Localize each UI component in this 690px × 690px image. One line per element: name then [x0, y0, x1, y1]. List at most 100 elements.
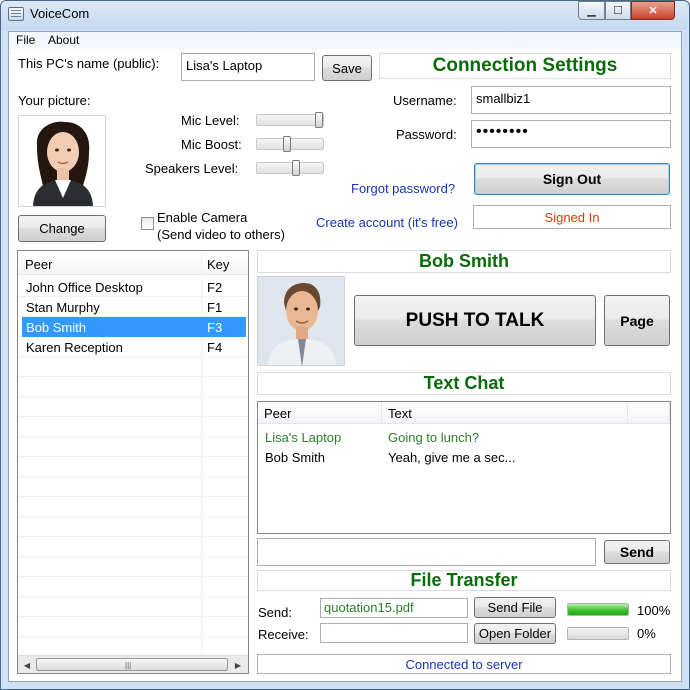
scroll-grip-icon: |||	[125, 661, 132, 670]
peer-grid-line	[18, 416, 248, 417]
chat-message-peer: Lisa's Laptop	[265, 430, 342, 445]
send-percent: 100%	[637, 603, 671, 618]
peer-grid-line	[18, 496, 248, 497]
username-input[interactable]: smallbiz1	[471, 86, 671, 114]
maximize-button[interactable]: ☐	[605, 1, 631, 20]
receive-file-label: Receive:	[258, 627, 309, 642]
receive-file-input[interactable]	[320, 623, 468, 643]
app-icon	[8, 7, 24, 21]
peer-key: F2	[207, 280, 223, 295]
create-account-link[interactable]: Create account (it's free)	[316, 215, 458, 230]
send-progress-bar	[567, 603, 629, 616]
chat-message-text: Going to lunch?	[388, 430, 480, 445]
peer-grid-line	[18, 456, 248, 457]
peer-grid-line	[18, 516, 248, 517]
speakers-level-slider[interactable]	[256, 160, 324, 176]
chat-message-peer: Bob Smith	[265, 450, 325, 465]
enable-camera-label: Enable Camera	[157, 210, 248, 225]
peer-name: John Office Desktop	[26, 280, 143, 295]
speakers-level-label: Speakers Level:	[145, 161, 239, 176]
peer-list-scroll-thumb[interactable]: |||	[36, 658, 228, 671]
peer-grid-line	[18, 396, 248, 397]
save-button[interactable]: Save	[322, 55, 372, 81]
password-input[interactable]: ••••••••	[471, 120, 671, 148]
enable-camera-checkbox[interactable]	[141, 217, 154, 230]
minimize-icon: ▁	[587, 5, 596, 17]
peer-grid-line	[18, 556, 248, 557]
peer-grid-line	[18, 616, 248, 617]
user-avatar	[18, 115, 106, 207]
mic-level-label: Mic Level:	[181, 113, 240, 128]
send-file-input[interactable]: quotation15.pdf	[320, 598, 468, 618]
mic-boost-slider[interactable]	[256, 136, 324, 152]
peer-avatar	[257, 276, 345, 366]
scroll-left-icon[interactable]: ◀	[19, 658, 35, 672]
speakers-level-thumb[interactable]	[292, 160, 300, 176]
peer-grid-line	[18, 436, 248, 437]
selected-peer-name: Bob Smith	[257, 250, 671, 273]
close-button[interactable]: ✕	[631, 1, 675, 20]
file-transfer-header: File Transfer	[257, 570, 671, 591]
mic-boost-thumb[interactable]	[283, 136, 291, 152]
maximize-icon: ☐	[613, 5, 623, 17]
open-folder-button[interactable]: Open Folder	[474, 623, 556, 644]
change-picture-button[interactable]: Change	[18, 215, 106, 242]
peer-name: Karen Reception	[26, 340, 123, 355]
peer-grid-line	[18, 576, 248, 577]
mic-boost-label: Mic Boost:	[181, 137, 242, 152]
peer-row[interactable]: John Office Desktop F2	[22, 277, 246, 297]
peer-grid-line	[18, 476, 248, 477]
peer-row[interactable]: Stan Murphy F1	[22, 297, 246, 317]
receive-percent: 0%	[637, 626, 656, 641]
sign-in-status: Signed In	[473, 205, 671, 229]
chat-peer-column-header[interactable]: Peer	[258, 402, 382, 424]
page-button[interactable]: Page	[604, 295, 670, 346]
forgot-password-link[interactable]: Forgot password?	[351, 181, 455, 196]
send-file-label: Send:	[258, 605, 292, 620]
sign-out-button[interactable]: Sign Out	[474, 163, 670, 195]
peer-row[interactable]: Karen Reception F4	[22, 337, 246, 357]
send-progress-fill	[568, 604, 628, 615]
minimize-button[interactable]: ▁	[578, 1, 605, 20]
peer-name: Bob Smith	[26, 320, 86, 335]
peer-column-header[interactable]: Peer	[25, 257, 52, 272]
mic-level-slider[interactable]	[256, 112, 324, 128]
scroll-right-icon[interactable]: ▶	[230, 658, 246, 672]
close-icon: ✕	[648, 5, 658, 17]
peer-grid-line	[18, 536, 248, 537]
menu-bar	[9, 32, 681, 49]
username-label: Username:	[393, 93, 457, 108]
your-picture-label: Your picture:	[18, 93, 91, 108]
pc-name-input[interactable]: Lisa's Laptop	[181, 53, 315, 81]
peer-row[interactable]: Bob Smith F3	[22, 317, 246, 337]
connection-settings-header: Connection Settings	[379, 53, 671, 79]
push-to-talk-button[interactable]: PUSH TO TALK	[354, 295, 596, 346]
enable-camera-sublabel: (Send video to others)	[157, 227, 285, 242]
peer-name: Stan Murphy	[26, 300, 100, 315]
peer-list[interactable]: Peer Key John Office Desktop F2 Stan Murph…	[17, 250, 249, 674]
mic-level-thumb[interactable]	[315, 112, 323, 128]
password-label: Password:	[396, 127, 457, 142]
menu-file[interactable]: File	[16, 33, 35, 47]
chat-input[interactable]	[257, 538, 596, 566]
peer-key: F4	[207, 340, 223, 355]
peer-grid-line	[18, 636, 248, 637]
chat-text-column-header[interactable]: Text	[382, 402, 628, 424]
peer-key: F3	[207, 320, 223, 335]
connection-status-bar: Connected to server	[257, 654, 671, 674]
text-chat-header: Text Chat	[257, 372, 671, 395]
peer-list-scrollbar[interactable]: ◀ ||| ▶	[18, 655, 248, 673]
key-column-header[interactable]: Key	[207, 257, 229, 272]
receive-progress-bar	[567, 627, 629, 640]
peer-grid-line	[18, 376, 248, 377]
peer-key: F1	[207, 300, 223, 315]
window-title: VoiceCom	[30, 6, 90, 21]
menu-about[interactable]: About	[48, 33, 79, 47]
pc-name-label: This PC's name (public):	[18, 56, 160, 71]
chat-message-list[interactable]: Peer Text Lisa's Laptop Going to lunch? Bo…	[257, 401, 671, 534]
chat-message-text: Yeah, give me a sec...	[388, 450, 516, 465]
chat-send-button[interactable]: Send	[604, 540, 670, 564]
peer-grid-line	[18, 596, 248, 597]
chat-extra-column-header	[628, 402, 670, 424]
send-file-button[interactable]: Send File	[474, 597, 556, 618]
